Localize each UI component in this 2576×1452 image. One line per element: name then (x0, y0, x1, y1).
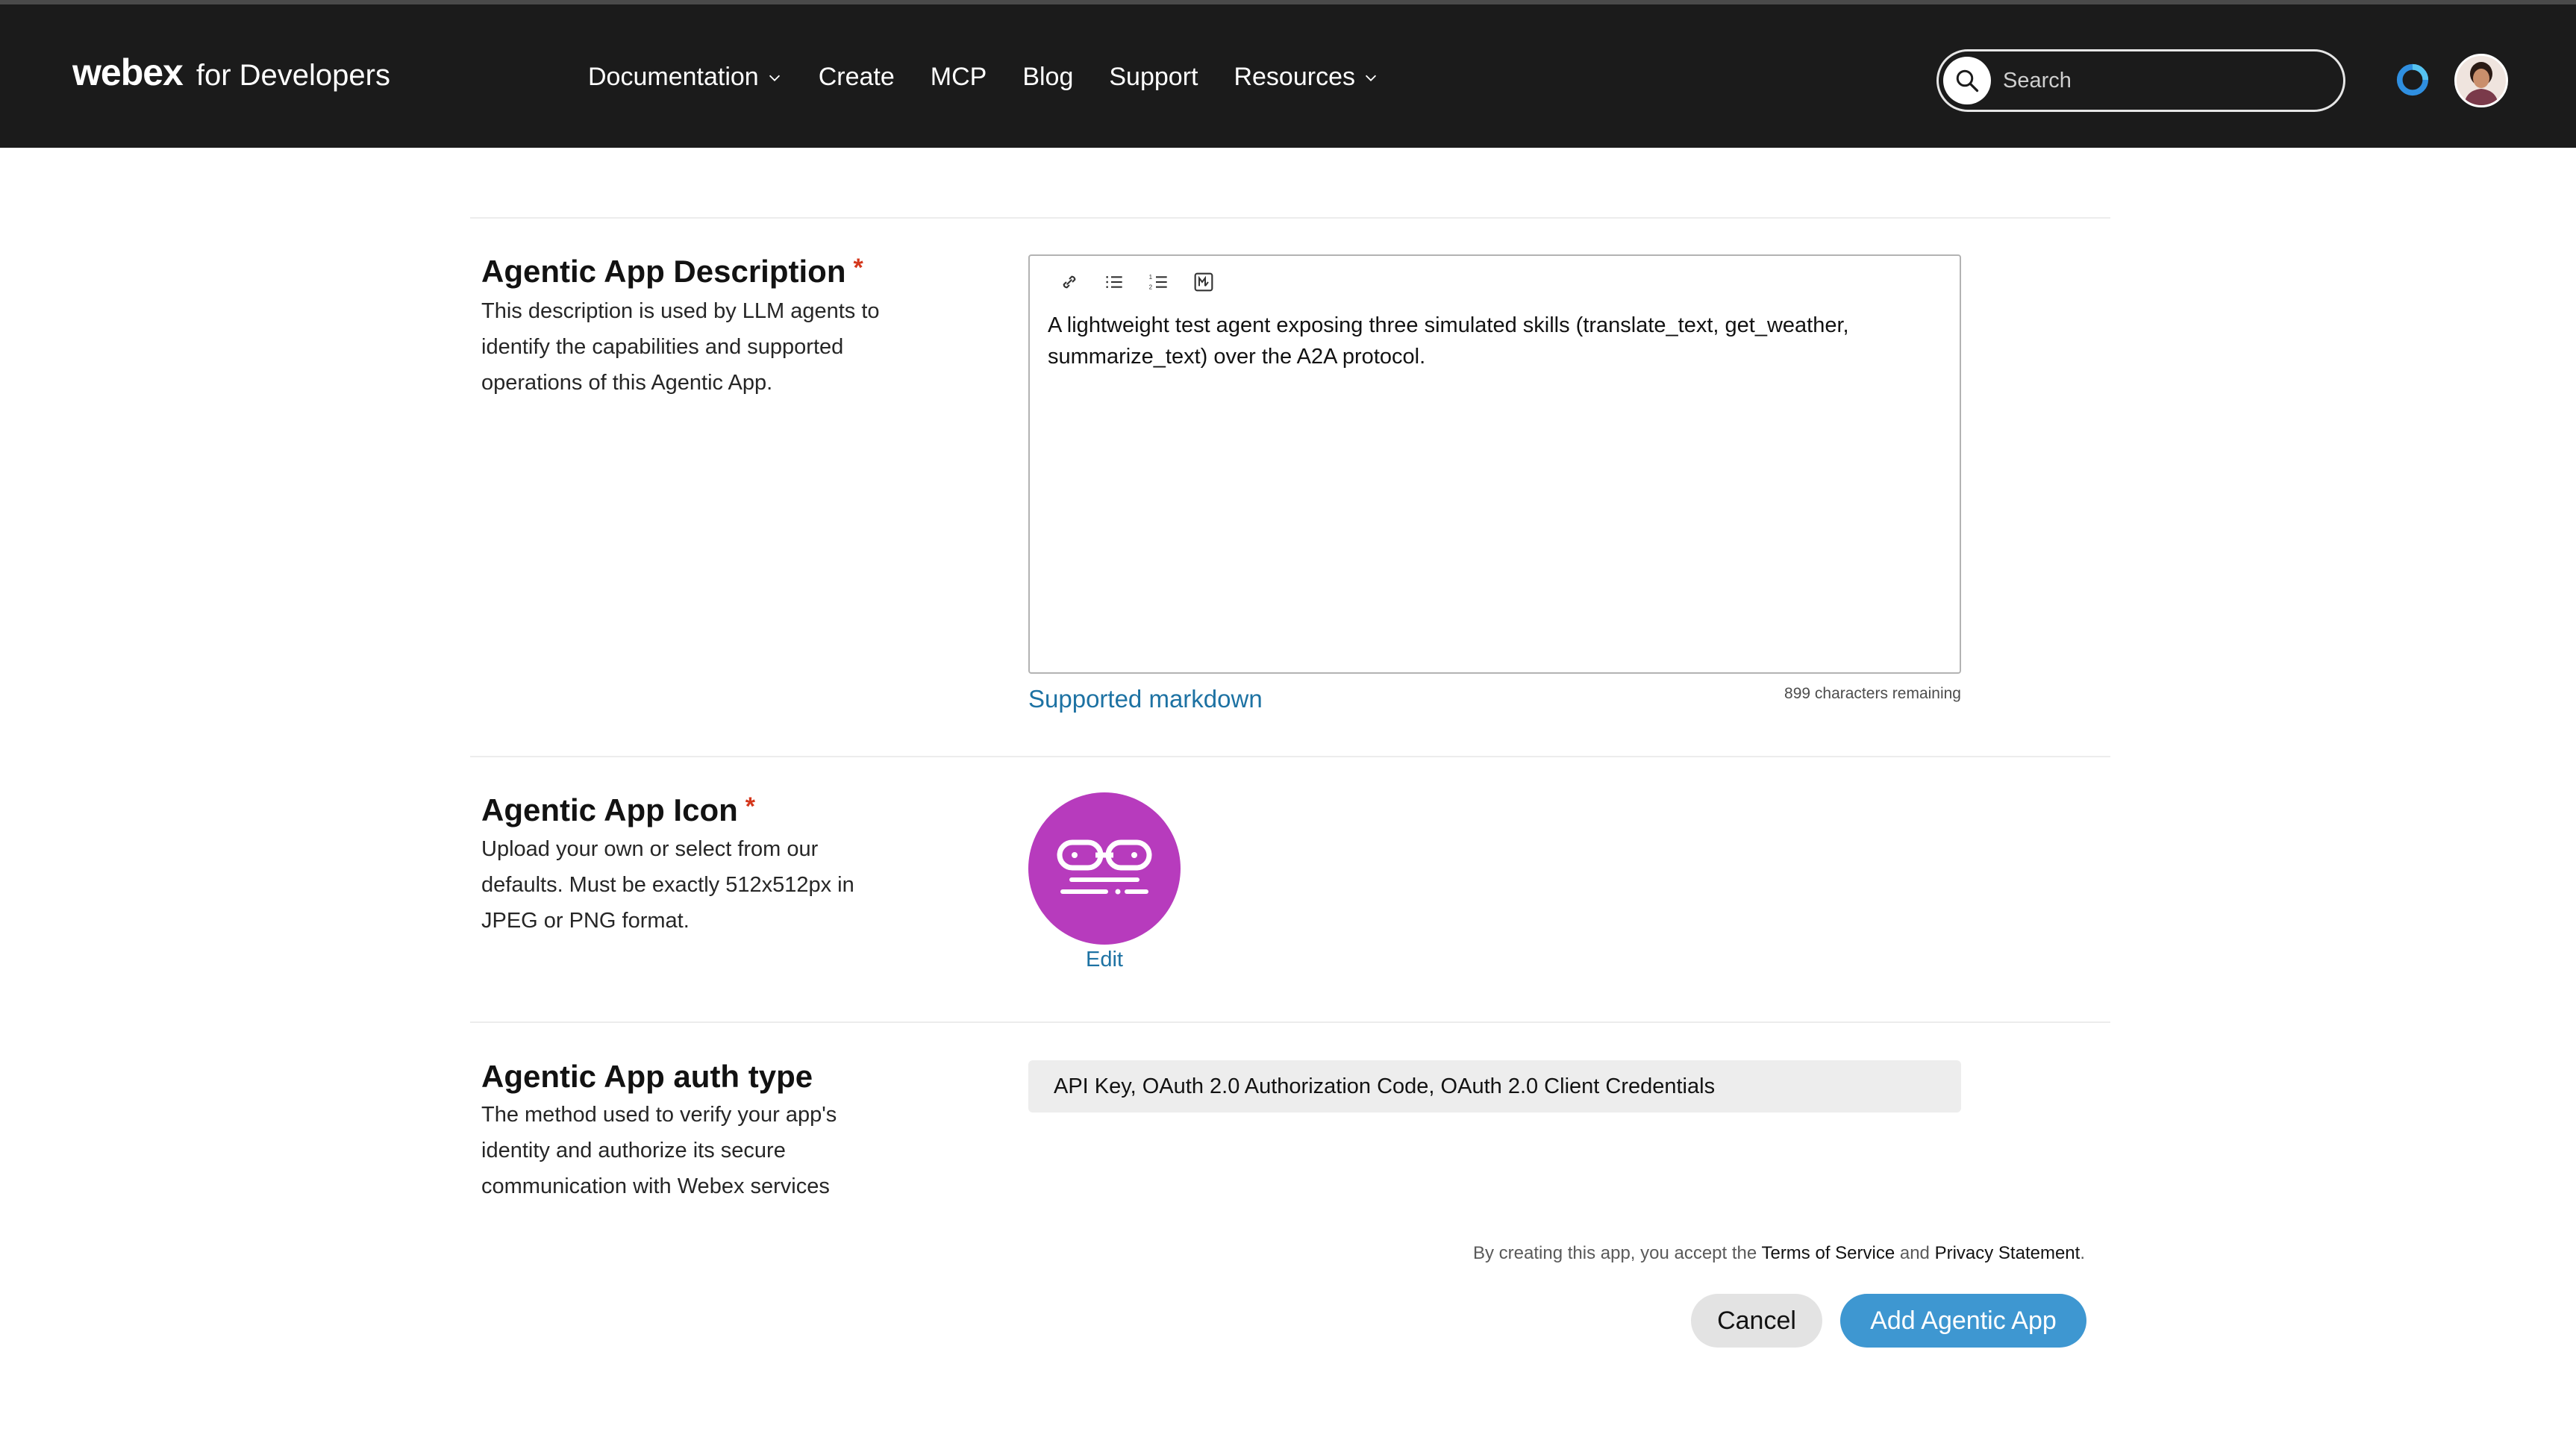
required-asterisk: * (853, 254, 863, 282)
search-icon[interactable] (1943, 57, 1991, 104)
nav-documentation-label: Documentation (588, 63, 759, 91)
chevron-down-icon (769, 75, 780, 81)
description-editor[interactable]: 12 A lightweight test agent exposing thr… (1028, 254, 1961, 674)
auth-title-text: Agentic App auth type (481, 1059, 813, 1094)
nav-support-label: Support (1109, 63, 1198, 91)
description-section-title: Agentic App Description * (481, 254, 863, 290)
edit-icon-link[interactable]: Edit (1028, 948, 1181, 972)
required-asterisk: * (745, 792, 756, 821)
nav-create-label: Create (818, 63, 895, 91)
nav-support[interactable]: Support (1109, 63, 1198, 92)
terms-end: . (2080, 1243, 2085, 1263)
agentic-app-icon[interactable] (1028, 792, 1181, 945)
section-divider (470, 1021, 2110, 1023)
auth-type-field: API Key, OAuth 2.0 Authorization Code, O… (1028, 1060, 1961, 1113)
chevron-down-icon (1365, 75, 1377, 81)
description-title-text: Agentic App Description (481, 254, 846, 289)
logo-suffix: for Developers (196, 59, 390, 92)
privacy-statement-link[interactable]: Privacy Statement (1935, 1243, 2081, 1263)
svg-text:2: 2 (1149, 284, 1153, 290)
icon-section-title: Agentic App Icon * (481, 792, 755, 828)
nav-blog-label: Blog (1022, 63, 1074, 91)
nav-mcp-label: MCP (930, 63, 987, 91)
bulleted-list-icon[interactable] (1100, 268, 1128, 296)
icon-help-text: Upload your own or select from our defau… (481, 837, 854, 933)
terms-notice: By creating this app, you accept the Ter… (1269, 1243, 2085, 1264)
webex-app-icon[interactable] (2395, 63, 2430, 97)
description-help-text: This description is used by LLM agents t… (481, 299, 880, 395)
nav-create[interactable]: Create (819, 63, 895, 92)
auth-help-text: The method used to verify your app's ide… (481, 1103, 837, 1198)
agent-link-icon (1057, 839, 1152, 895)
cancel-button[interactable]: Cancel (1691, 1294, 1822, 1348)
add-agentic-app-button[interactable]: Add Agentic App (1840, 1294, 2086, 1348)
supported-markdown-link[interactable]: Supported markdown (1028, 685, 1263, 713)
svg-text:1: 1 (1149, 274, 1153, 281)
nav-blog[interactable]: Blog (1022, 63, 1073, 92)
numbered-list-icon[interactable]: 12 (1145, 268, 1173, 296)
user-avatar[interactable] (2454, 54, 2508, 107)
nav-mcp[interactable]: MCP (931, 63, 987, 92)
nav-resources[interactable]: Resources (1234, 63, 1379, 92)
characters-remaining: 899 characters remaining (1784, 685, 1961, 702)
top-navigation-bar: webex for Developers Documentation Creat… (0, 0, 2576, 148)
auth-section-title: Agentic App auth type (481, 1059, 813, 1095)
link-icon[interactable] (1055, 268, 1084, 296)
main-nav: Documentation Create MCP Blog Support Re… (588, 63, 1415, 92)
section-divider (470, 756, 2110, 757)
terms-of-service-link[interactable]: Terms of Service (1761, 1243, 1895, 1263)
nav-resources-label: Resources (1234, 63, 1355, 91)
editor-toolbar: 12 (1055, 268, 1234, 296)
icon-title-text: Agentic App Icon (481, 792, 738, 827)
section-divider (470, 217, 2110, 219)
description-editor-value[interactable]: A lightweight test agent exposing three … (1048, 310, 1943, 372)
markdown-icon[interactable] (1189, 268, 1218, 296)
terms-and: and (1899, 1243, 1930, 1263)
terms-prefix: By creating this app, you accept the (1473, 1243, 1757, 1263)
search-input[interactable] (2001, 67, 2330, 94)
webex-developers-logo[interactable]: webex for Developers (72, 51, 390, 94)
logo-brand: webex (72, 51, 184, 93)
search-box[interactable] (1936, 49, 2345, 112)
nav-documentation[interactable]: Documentation (588, 63, 783, 92)
